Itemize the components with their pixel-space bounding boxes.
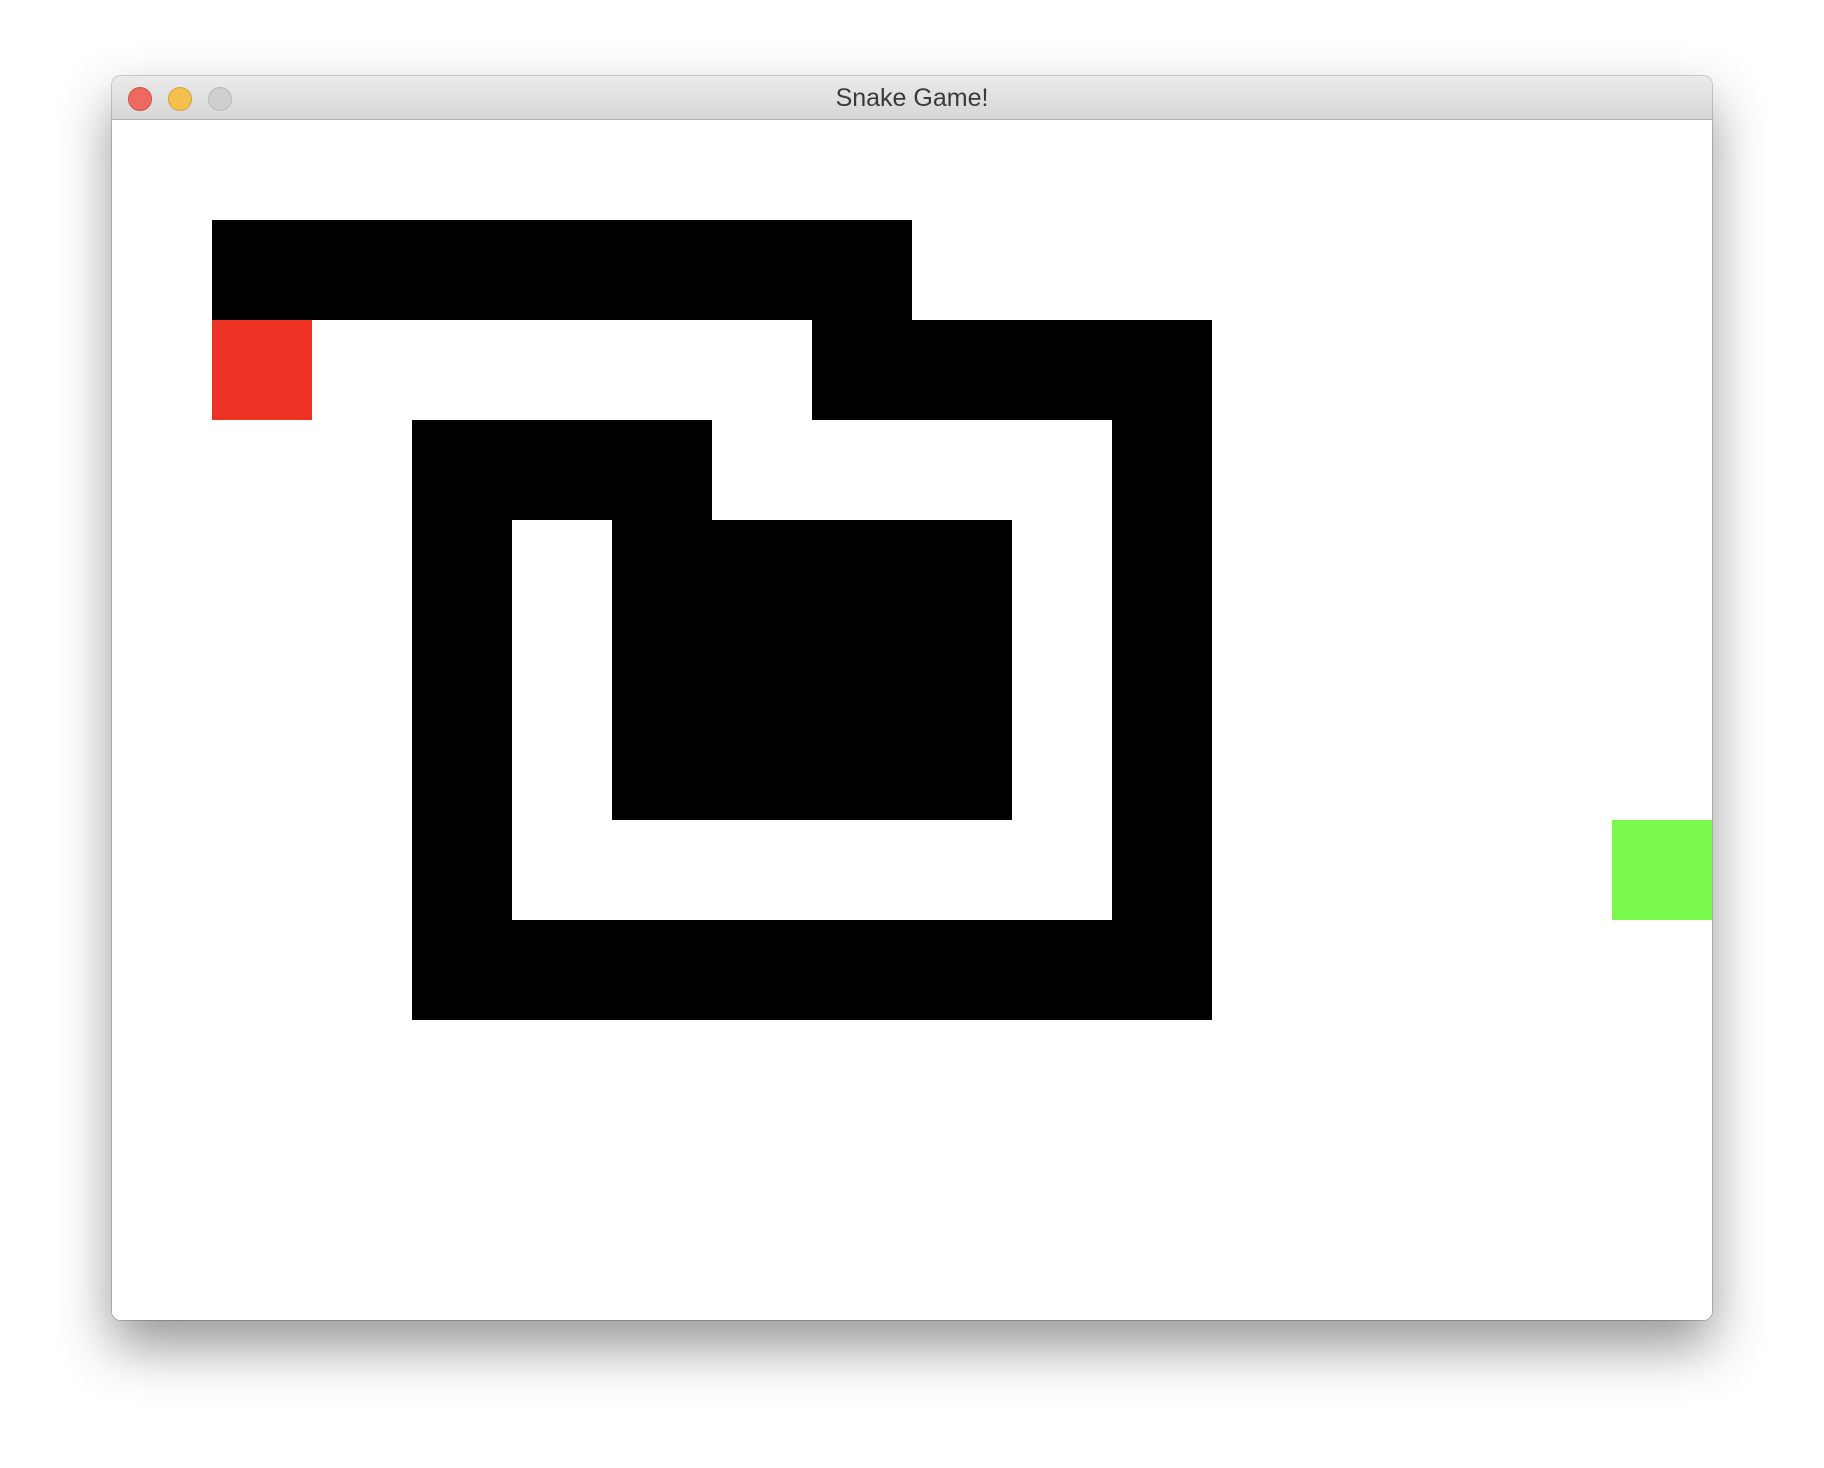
snake-body-segment [612, 520, 712, 620]
snake-body-segment [1112, 920, 1212, 1020]
snake-body-segment [812, 220, 912, 320]
snake-body-segment [1112, 520, 1212, 620]
snake-body-segment [1112, 820, 1212, 920]
app-window: Snake Game! [112, 76, 1712, 1320]
food-pellet [1612, 820, 1712, 920]
snake-body-segment [1112, 720, 1212, 820]
snake-body-segment [1012, 320, 1112, 420]
title-bar[interactable]: Snake Game! [112, 76, 1712, 120]
snake-body-segment [512, 920, 612, 1020]
snake-body-segment [812, 320, 912, 420]
snake-body-segment [312, 220, 412, 320]
snake-body-segment [912, 920, 1012, 1020]
snake-body-segment [412, 720, 512, 820]
snake-body-segment [412, 520, 512, 620]
snake-body-segment [1012, 920, 1112, 1020]
snake-body-segment [612, 920, 712, 1020]
snake-body-segment [412, 220, 512, 320]
snake-body-segment [412, 420, 512, 520]
snake-body-segment [912, 320, 1012, 420]
window-title: Snake Game! [835, 84, 989, 112]
snake-body-segment [1112, 420, 1212, 520]
snake-body-segment [1112, 620, 1212, 720]
snake-body-segment [912, 720, 1012, 820]
snake-body-segment [812, 620, 912, 720]
snake-body-segment [612, 720, 712, 820]
snake-body-segment [612, 420, 712, 520]
snake-body-segment [412, 820, 512, 920]
snake-body-segment [912, 520, 1012, 620]
snake-body-segment [912, 620, 1012, 720]
snake-body-segment [712, 920, 812, 1020]
snake-body-segment [712, 720, 812, 820]
game-board-area[interactable] [112, 120, 1712, 1320]
snake-body-segment [812, 720, 912, 820]
snake-body-segment [712, 520, 812, 620]
snake-body-segment [412, 920, 512, 1020]
snake-body-segment [612, 620, 712, 720]
snake-body-segment [1112, 320, 1212, 420]
snake-body-segment [512, 420, 612, 520]
snake-body-segment [812, 520, 912, 620]
snake-body-segment [512, 220, 612, 320]
snake-body-segment [712, 620, 812, 720]
snake-body-segment [812, 920, 912, 1020]
snake-head [212, 320, 312, 420]
snake-body-segment [612, 220, 712, 320]
game-board[interactable] [112, 120, 1712, 1320]
snake-body-segment [412, 620, 512, 720]
snake-body-segment [712, 220, 812, 320]
snake-body-segment [212, 220, 312, 320]
